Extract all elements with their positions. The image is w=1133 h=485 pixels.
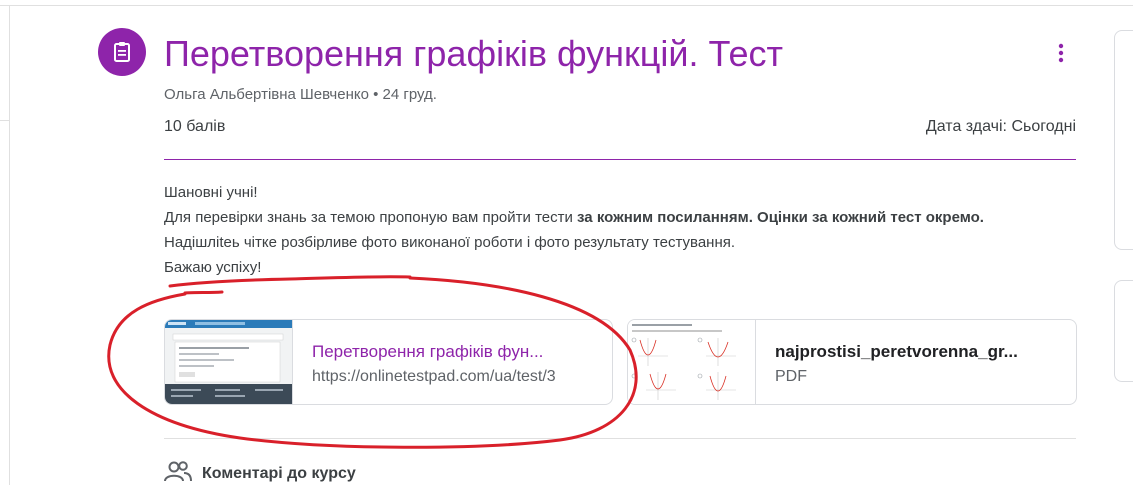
left-border [9,5,10,485]
annotation-underline [183,290,224,295]
assignment-description: Шановні учні! Для перевірки знань за тем… [164,180,1076,280]
more-vert-icon[interactable] [1046,38,1076,68]
comments-label[interactable]: Коментарі до курсу [202,465,356,483]
post-date: 24 груд. [382,86,437,103]
assignment-icon [98,28,146,76]
description-line: Шановні учні! [164,184,258,201]
assignment-meta: Ольга Альбертівна Шевченко • 24 груд. [164,86,437,103]
description-line: Бажаю успіху! [164,259,262,276]
attachment-type: PDF [775,368,807,385]
attachment-url: https://onlinetestpad.com/ua/test/3 [312,368,556,385]
description-bold-text: за кожним посиланням. Оцінки за кожний т… [577,209,984,226]
people-icon [164,460,192,485]
author-name: Ольга Альбертівна Шевченко [164,86,369,103]
header-divider [164,159,1076,160]
due-date: Дата здачі: Сьогодні [925,118,1076,135]
side-panel-card [1114,30,1133,250]
top-border [0,5,1133,6]
side-panel-card [1114,280,1133,382]
meta-separator: • [373,86,383,103]
pdf-thumbnail [628,320,756,404]
class-comments[interactable]: Коментарі до курсу [164,460,356,485]
comments-divider [164,438,1076,439]
link-thumbnail [165,320,293,404]
attachment-link-card[interactable]: Перетворення графіків фун... https://onl… [164,319,613,405]
attachment-pdf-card[interactable]: najprostisi_peretvorenna_gr... PDF [627,319,1077,405]
description-line: Надішліteь чітке розбірливе фото виконан… [164,234,736,251]
attachment-title[interactable]: najprostisi_peretvorenna_gr... [775,342,1055,362]
attachment-title[interactable]: Перетворення графіків фун... [312,342,587,362]
assignment-title: Перетворення графіків функцій. Тест [164,33,783,74]
description-text: Для перевірки знань за темою пропоную ва… [164,209,578,226]
left-stub-line [0,120,9,121]
description-line: Для перевірки знань за темою пропоную ва… [164,205,1076,230]
points-label: 10 балів [164,118,226,135]
